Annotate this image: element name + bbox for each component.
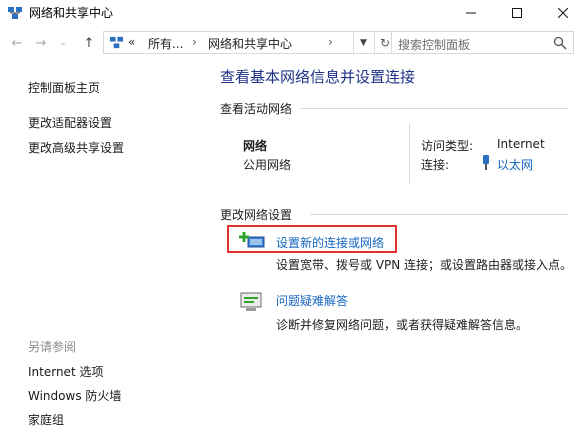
- vertical-scrollbar[interactable]: [576, 60, 586, 446]
- refresh-icon: ↻: [379, 35, 391, 50]
- chevron-down-icon: ⌄: [59, 38, 67, 48]
- recent-locations-button[interactable]: ⌄: [54, 34, 72, 52]
- troubleshoot-icon: [240, 292, 262, 311]
- breadcrumb-current[interactable]: 网络和共享中心: [208, 35, 292, 52]
- network-name: 网络: [243, 139, 268, 153]
- see-also-windows-firewall[interactable]: Windows 防火墙: [28, 387, 121, 404]
- sidebar-control-panel-home[interactable]: 控制面板主页: [28, 79, 100, 96]
- access-type-value: Internet: [497, 137, 545, 151]
- minimize-button[interactable]: [448, 0, 494, 26]
- see-also-heading: 另请参阅: [28, 340, 77, 354]
- close-button[interactable]: [540, 0, 586, 26]
- change-network-settings-label: 更改网络设置: [220, 208, 293, 222]
- active-networks-label: 查看活动网络: [220, 102, 293, 116]
- search-input[interactable]: 搜索控制面板: [391, 31, 574, 54]
- forward-button[interactable]: →: [32, 34, 50, 52]
- network-location-icon: [109, 36, 124, 49]
- breadcrumb-separator: ›: [328, 35, 333, 49]
- ethernet-connection-link[interactable]: 以太网: [497, 156, 533, 173]
- up-button[interactable]: ↑: [80, 34, 98, 52]
- search-icon: [553, 36, 567, 50]
- address-bar[interactable]: « 所有... › 网络和共享中心 ›: [103, 31, 354, 54]
- back-arrow-icon: ←: [11, 35, 23, 51]
- divider: [310, 214, 568, 215]
- divider: [300, 108, 568, 109]
- navigation-bar: ← → ⌄ ↑ « 所有... › 网络和共享中心 › ▼ ↻ 搜索控制面板: [0, 26, 586, 60]
- see-also-homegroup[interactable]: 家庭组: [28, 411, 64, 428]
- sidebar-change-adapter-settings[interactable]: 更改适配器设置: [28, 114, 112, 131]
- ethernet-icon: [483, 155, 489, 170]
- back-button[interactable]: ←: [8, 34, 26, 52]
- network-center-icon: [8, 7, 22, 19]
- maximize-icon: [512, 8, 522, 18]
- close-icon: [558, 8, 568, 18]
- sidebar-change-advanced-sharing[interactable]: 更改高级共享设置: [28, 139, 124, 156]
- maximize-button[interactable]: [494, 0, 540, 26]
- troubleshoot-problems-link[interactable]: 问题疑难解答: [276, 292, 348, 309]
- search-placeholder: 搜索控制面板: [398, 38, 471, 52]
- see-also-internet-options[interactable]: Internet 选项: [28, 363, 103, 380]
- up-arrow-icon: ↑: [83, 35, 95, 51]
- network-type[interactable]: 公用网络: [243, 156, 291, 173]
- window-title: 网络和共享中心: [29, 6, 114, 20]
- troubleshoot-description: 诊断并修复网络问题，或者获得疑难解答信息。: [276, 318, 529, 332]
- title-bar: 网络和共享中心: [0, 0, 586, 26]
- breadcrumb-all-items[interactable]: 所有...: [148, 35, 183, 52]
- highlight-box: [227, 225, 397, 253]
- address-history-button[interactable]: ▼: [353, 31, 375, 54]
- breadcrumb-overflow[interactable]: «: [128, 35, 135, 49]
- forward-arrow-icon: →: [35, 35, 47, 51]
- setup-new-connection-description: 设置宽带、拨号或 VPN 连接；或设置路由器或接入点。: [276, 258, 573, 272]
- breadcrumb-separator: ›: [192, 35, 197, 49]
- vertical-divider: [409, 124, 410, 184]
- page-title: 查看基本网络信息并设置连接: [220, 68, 416, 86]
- access-type-label: 访问类型:: [421, 139, 474, 153]
- minimize-icon: [466, 12, 476, 14]
- connection-label: 连接:: [421, 158, 450, 172]
- chevron-down-icon: ▼: [360, 37, 367, 48]
